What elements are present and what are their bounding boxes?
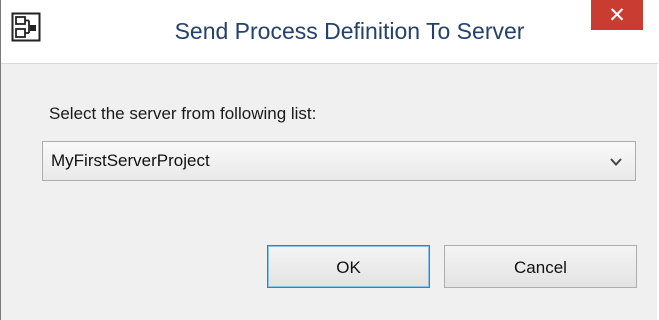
chevron-down-icon[interactable] xyxy=(609,155,623,167)
close-button[interactable]: ✕ xyxy=(591,0,643,30)
ok-button[interactable]: OK xyxy=(267,245,430,288)
server-dropdown[interactable]: MyFirstServerProject xyxy=(42,141,636,181)
close-icon: ✕ xyxy=(608,3,626,27)
cancel-button[interactable]: Cancel xyxy=(444,245,637,288)
server-list-label: Select the server from following list: xyxy=(49,104,317,123)
dialog-window: Send Process Definition To Server ✕ Sele… xyxy=(0,0,658,320)
window-title: Send Process Definition To Server xyxy=(174,18,525,44)
server-dropdown-value: MyFirstServerProject xyxy=(51,151,210,170)
title-bar[interactable]: Send Process Definition To Server ✕ xyxy=(1,0,658,64)
process-diagram-icon xyxy=(11,12,41,42)
